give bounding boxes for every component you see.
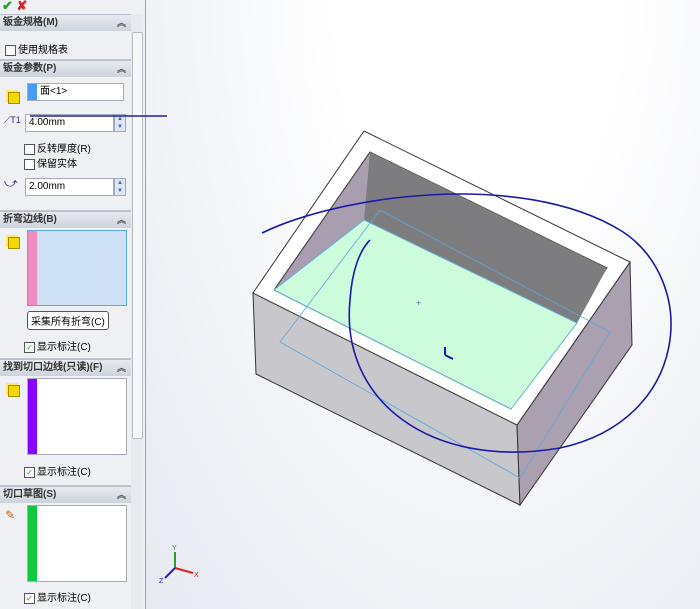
- svg-text:Z: Z: [159, 578, 164, 585]
- model-graphics: + Y X Z: [30, 115, 672, 585]
- svg-text:+: +: [416, 298, 421, 308]
- svg-text:Y: Y: [172, 545, 177, 552]
- svg-text:X: X: [194, 572, 199, 579]
- view-triad-icon: Y X Z: [159, 545, 199, 585]
- box-model: +: [252, 130, 633, 507]
